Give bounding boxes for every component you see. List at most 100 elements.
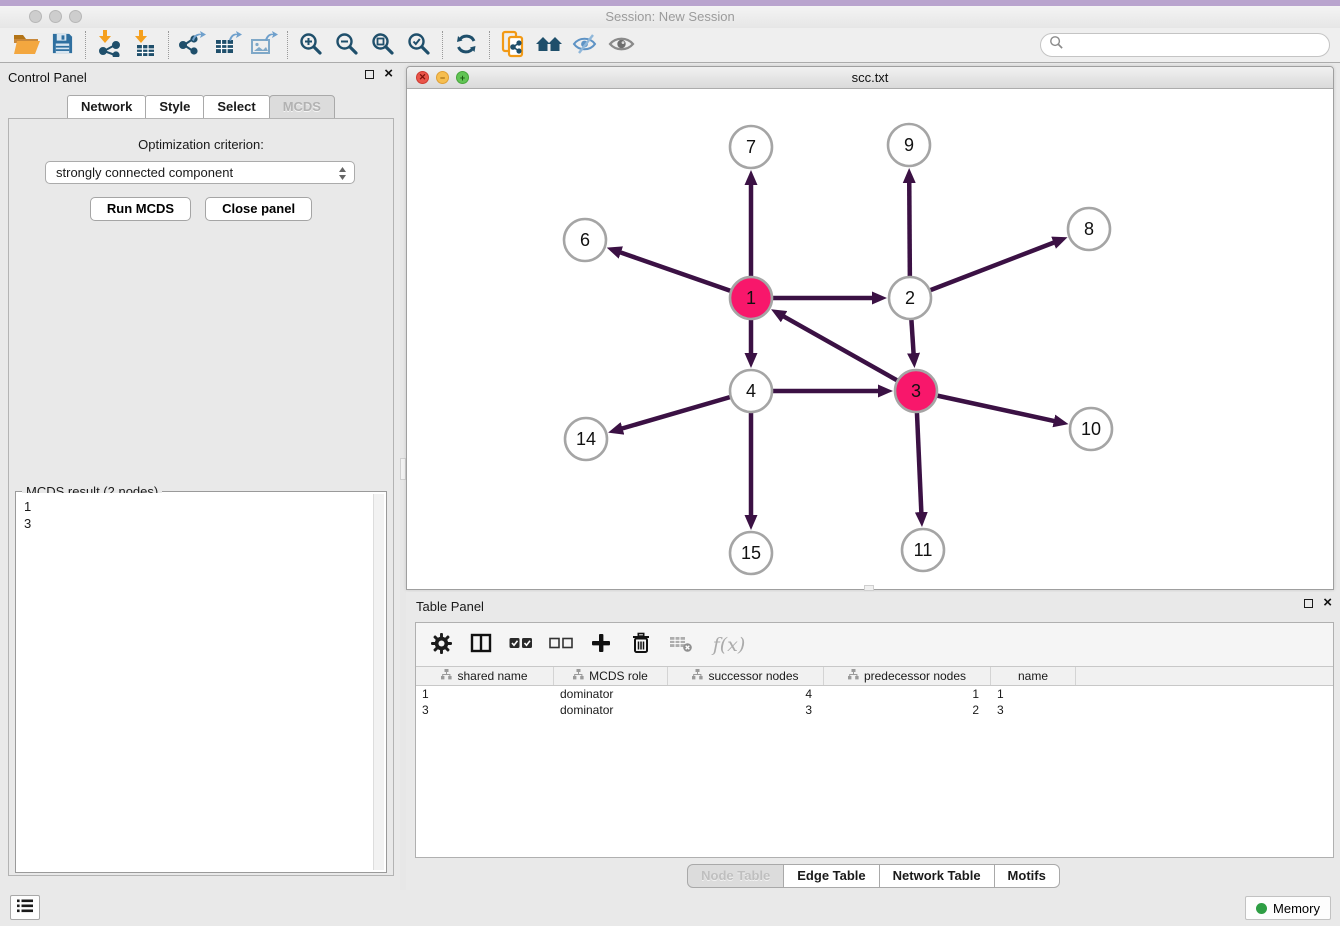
graph-node-label-9: 9 (904, 135, 914, 155)
zoom-fit-button[interactable] (365, 30, 401, 60)
column-header-shared-name[interactable]: shared name (416, 667, 554, 685)
control-panel-tabs: NetworkStyleSelectMCDS (0, 95, 401, 119)
float-table-panel-icon[interactable] (1304, 599, 1313, 608)
network-window-title: scc.txt (407, 70, 1333, 85)
cell-successor-nodes[interactable]: 3 (668, 702, 824, 718)
table-row[interactable]: 3dominator323 (416, 702, 1333, 718)
export-network-button[interactable] (174, 30, 210, 60)
tab-node-table[interactable]: Node Table (687, 864, 784, 888)
split-columns-button[interactable] (466, 629, 496, 661)
deselect-all-button[interactable] (546, 629, 576, 661)
cell-mcds-role[interactable]: dominator (554, 702, 668, 718)
tab-network[interactable]: Network (67, 95, 146, 119)
memory-button[interactable]: Memory (1245, 896, 1331, 920)
result-scrollbar[interactable] (373, 494, 384, 870)
import-table-button[interactable] (127, 30, 163, 60)
column-header-mcds-role[interactable]: MCDS role (554, 667, 668, 685)
app-title: Session: New Session (0, 9, 1340, 24)
cell-shared-name[interactable]: 1 (416, 686, 554, 702)
column-label: predecessor nodes (864, 669, 966, 683)
tab-style[interactable]: Style (145, 95, 204, 119)
zoom-fit-icon (371, 32, 395, 59)
table-body: 1dominator4113dominator323 (416, 686, 1333, 718)
open-session-button[interactable] (8, 30, 44, 60)
zoom-in-icon (299, 32, 323, 59)
cell-name[interactable]: 3 (991, 702, 1076, 718)
network-canvas[interactable]: 7968124314101511 (407, 89, 1333, 589)
zoom-in-button[interactable] (293, 30, 329, 60)
tab-motifs[interactable]: Motifs (994, 864, 1060, 888)
add-column-icon (591, 633, 611, 656)
tab-select[interactable]: Select (203, 95, 269, 119)
zoom-selected-button[interactable] (401, 30, 437, 60)
first-neighbors-button[interactable] (531, 30, 567, 60)
float-panel-icon[interactable] (365, 70, 374, 79)
delete-table-button[interactable] (666, 629, 696, 661)
show-all-button[interactable] (603, 30, 639, 60)
column-header-predecessor-nodes[interactable]: predecessor nodes (824, 667, 991, 685)
tab-mcds[interactable]: MCDS (269, 95, 335, 119)
result-line: 3 (24, 515, 378, 532)
run-mcds-button[interactable]: Run MCDS (90, 197, 191, 221)
zoom-selected-icon (407, 32, 431, 59)
node-table: f(x) shared name MCDS rolesuccessor nodes… (415, 622, 1334, 858)
tab-network-table[interactable]: Network Table (879, 864, 995, 888)
criterion-dropdown-value: strongly connected component (56, 165, 233, 180)
function-builder-button[interactable]: f(x) (706, 629, 752, 661)
select-all-button[interactable] (506, 629, 536, 661)
open-session-icon (13, 33, 40, 58)
network-view-window: ✕ − + scc.txt 7968124314101511 (406, 66, 1334, 590)
duplicate-network-icon (501, 30, 526, 61)
task-history-button[interactable] (10, 895, 40, 920)
refresh-button[interactable] (448, 30, 484, 60)
refresh-icon (454, 32, 479, 59)
duplicate-network-button[interactable] (495, 30, 531, 60)
result-line: 1 (24, 498, 378, 515)
hide-selected-icon (572, 33, 599, 58)
graph-edge-3-1[interactable] (781, 315, 916, 391)
zoom-out-button[interactable] (329, 30, 365, 60)
search-field[interactable] (1040, 33, 1330, 57)
column-header-successor-nodes[interactable]: successor nodes (668, 667, 824, 685)
toolbar-separator (442, 31, 443, 59)
deselect-all-icon (549, 637, 573, 652)
search-input[interactable] (1064, 38, 1329, 53)
network-window-titlebar[interactable]: ✕ − + scc.txt (407, 67, 1333, 89)
cell-predecessor-nodes[interactable]: 1 (824, 686, 991, 702)
column-label: shared name (457, 669, 527, 683)
cell-name[interactable]: 1 (991, 686, 1076, 702)
cell-predecessor-nodes[interactable]: 2 (824, 702, 991, 718)
mcds-result-text[interactable]: 1 3 (17, 493, 385, 871)
table-panel-tabs: Node TableEdge TableNetwork TableMotifs (406, 864, 1340, 888)
save-session-button[interactable] (44, 30, 80, 60)
export-table-button[interactable] (210, 30, 246, 60)
table-panel: Table Panel × f(x) shared name MCDS roles… (406, 592, 1340, 890)
hide-selected-button[interactable] (567, 30, 603, 60)
close-panel-icon[interactable]: × (384, 69, 393, 79)
export-network-icon (178, 31, 206, 60)
graph-edge-2-8[interactable] (910, 241, 1057, 298)
control-panel: Control Panel × NetworkStyleSelectMCDS O… (0, 63, 401, 890)
horizontal-splitter-grip[interactable] (864, 585, 874, 591)
delete-column-button[interactable] (626, 629, 656, 661)
close-panel-button[interactable]: Close panel (205, 197, 312, 221)
tab-edge-table[interactable]: Edge Table (783, 864, 879, 888)
cell-successor-nodes[interactable]: 4 (668, 686, 824, 702)
column-header-name[interactable]: name (991, 667, 1076, 685)
gear-button[interactable] (426, 629, 456, 661)
table-panel-title: Table Panel (416, 599, 484, 614)
graph-node-label-15: 15 (741, 543, 761, 563)
export-image-button[interactable] (246, 30, 282, 60)
table-row[interactable]: 1dominator411 (416, 686, 1333, 702)
cell-mcds-role[interactable]: dominator (554, 686, 668, 702)
list-icon (16, 898, 34, 917)
add-column-button[interactable] (586, 629, 616, 661)
close-table-panel-icon[interactable]: × (1323, 598, 1332, 608)
graph-node-label-6: 6 (580, 230, 590, 250)
app-titlebar: Session: New Session (0, 6, 1340, 28)
import-network-icon (96, 30, 122, 60)
graph-node-label-7: 7 (746, 137, 756, 157)
import-network-button[interactable] (91, 30, 127, 60)
cell-shared-name[interactable]: 3 (416, 702, 554, 718)
criterion-dropdown[interactable]: strongly connected component (45, 161, 355, 184)
